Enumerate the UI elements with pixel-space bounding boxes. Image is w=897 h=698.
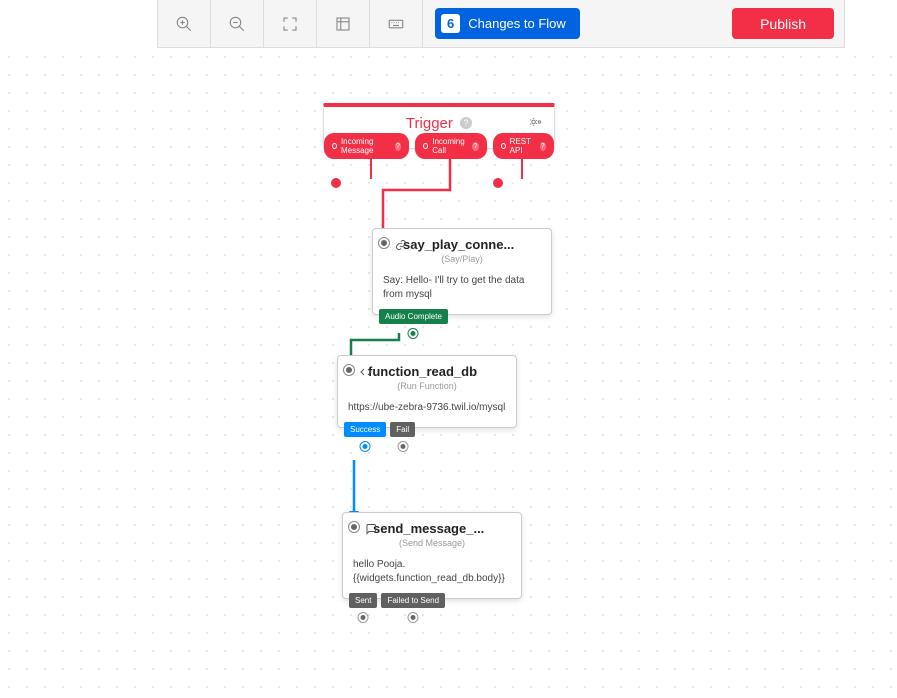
- fullscreen-button[interactable]: [264, 0, 317, 47]
- output-port[interactable]: [359, 613, 368, 622]
- gear-icon[interactable]: [528, 115, 544, 133]
- changes-label: Changes to Flow: [468, 16, 566, 31]
- port-dot-icon: [501, 143, 506, 149]
- trigger-output-rest-api[interactable]: REST API ?: [493, 133, 554, 159]
- changes-to-flow-button[interactable]: 6 Changes to Flow: [435, 8, 580, 39]
- widget-body: hello Pooja. {{widgets.function_read_db.…: [343, 550, 521, 598]
- widget-function-read-db[interactable]: function_read_db (Run Function) https://…: [337, 355, 517, 428]
- output-audio-complete[interactable]: Audio Complete: [379, 309, 448, 324]
- zoom-in-button[interactable]: [158, 0, 211, 47]
- code-icon: [360, 365, 372, 383]
- changes-count-badge: 6: [441, 14, 460, 33]
- trigger-widget[interactable]: Trigger ? Incoming Message ? Incoming Ca…: [323, 103, 555, 149]
- widget-body: Say: Hello- I'll try to get the data fro…: [373, 266, 551, 314]
- trigger-output-port-incoming-message[interactable]: [331, 178, 341, 188]
- output-port[interactable]: [398, 442, 407, 451]
- flow-toolbar: 6 Changes to Flow Publish: [157, 0, 845, 48]
- zoom-out-button[interactable]: [211, 0, 264, 47]
- output-success[interactable]: Success: [344, 422, 386, 437]
- output-port[interactable]: [409, 613, 418, 622]
- keyboard-button[interactable]: [370, 0, 423, 47]
- widget-send-message[interactable]: send_message_... (Send Message) hello Po…: [342, 512, 522, 599]
- trigger-output-incoming-message[interactable]: Incoming Message ?: [324, 133, 409, 159]
- port-dot-icon: [332, 143, 337, 149]
- help-icon: ?: [472, 142, 479, 151]
- message-icon: [365, 522, 377, 540]
- port-dot-icon: [423, 143, 428, 149]
- output-sent[interactable]: Sent: [349, 593, 377, 608]
- grid-button[interactable]: [317, 0, 370, 47]
- help-icon: ?: [540, 142, 546, 151]
- output-fail[interactable]: Fail: [390, 422, 415, 437]
- widget-say-play[interactable]: say_play_conne... (Say/Play) Say: Hello-…: [372, 228, 552, 315]
- trigger-output-port-rest-api[interactable]: [493, 178, 503, 188]
- output-port[interactable]: [409, 329, 418, 338]
- trigger-output-incoming-call[interactable]: Incoming Call ?: [415, 133, 486, 159]
- output-port[interactable]: [361, 442, 370, 451]
- help-icon: ?: [395, 142, 402, 151]
- output-failed-to-send[interactable]: Failed to Send: [381, 593, 445, 608]
- link-icon: [395, 238, 407, 256]
- publish-button[interactable]: Publish: [732, 8, 834, 39]
- help-icon[interactable]: ?: [460, 117, 472, 129]
